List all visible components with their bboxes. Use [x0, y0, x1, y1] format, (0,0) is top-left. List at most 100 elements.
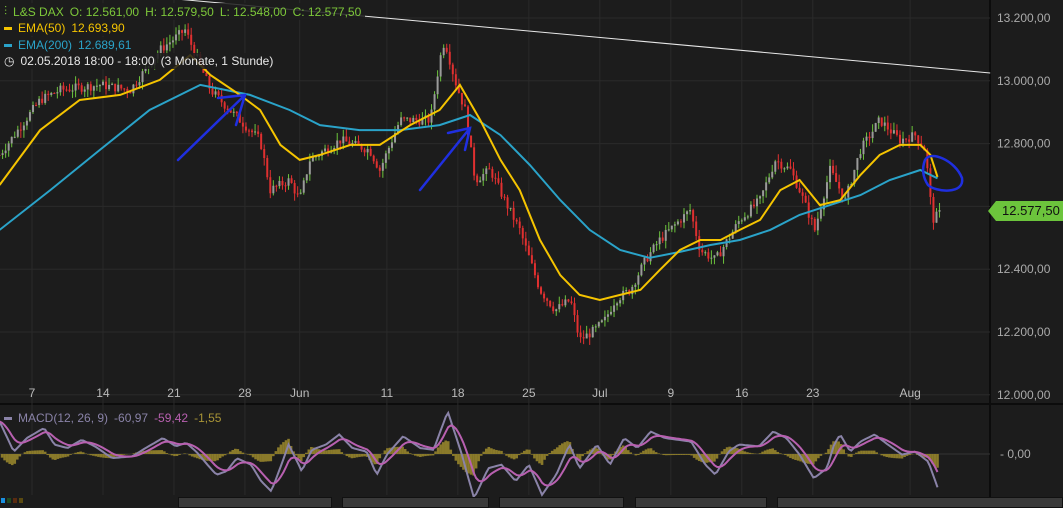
candle-body: [38, 98, 41, 106]
candles: [0, 23, 941, 345]
candle-body: [403, 117, 406, 119]
candle-body: [844, 197, 847, 199]
macd-histogram-bar: [758, 453, 762, 454]
macd-histogram-bar: [353, 454, 356, 458]
candle-body: [1, 153, 4, 155]
candle-body: [719, 252, 722, 257]
macd-histogram-bar: [872, 450, 876, 454]
macd-histogram-bar: [274, 451, 278, 454]
macd-histogram-bar: [847, 454, 851, 457]
candle-body: [375, 161, 378, 168]
candle-body: [22, 125, 25, 131]
candle-body: [339, 140, 342, 144]
candle-body: [251, 130, 254, 133]
candle-body: [463, 104, 466, 107]
macd-histogram-bar: [249, 454, 252, 456]
candle-body: [296, 193, 299, 195]
bottom-tab-1[interactable]: [178, 497, 332, 508]
candle-body: [737, 221, 740, 225]
candle-body: [442, 47, 445, 56]
ema50-legend[interactable]: EMA(50) 12.693,90: [0, 20, 129, 36]
candle-body: [50, 92, 53, 95]
candle-body: [235, 111, 238, 114]
y-tick-label: 13.200,00: [997, 11, 1051, 25]
color-square-blue[interactable]: [1, 498, 5, 503]
bottom-tab-2[interactable]: [342, 497, 489, 508]
macd-histogram-bar: [791, 454, 795, 460]
color-square-green[interactable]: [7, 498, 11, 503]
macd-histogram-bar: [746, 452, 749, 454]
macd-histogram-bar: [259, 454, 262, 462]
candle-body: [655, 244, 658, 246]
candle-body: [108, 84, 111, 90]
last-price-tag: 12.577,50: [988, 201, 1063, 221]
macd-histogram-bar: [637, 454, 640, 455]
macd-histogram-bar: [340, 452, 344, 454]
candle-body: [470, 135, 473, 148]
macd-histogram-bar: [642, 450, 645, 454]
macd-histogram-bar: [586, 451, 589, 454]
candle-body: [101, 81, 104, 86]
macd-histogram-bar: [723, 449, 726, 454]
candle-body: [588, 333, 591, 338]
candle-body: [619, 300, 622, 304]
candle-body: [120, 84, 123, 89]
macd-histogram-bar: [446, 441, 450, 454]
macd-histogram-bar: [8, 454, 11, 464]
macd-histogram-bar: [644, 449, 648, 454]
bottom-tab-3[interactable]: [499, 497, 624, 508]
macd-histogram-bar: [533, 454, 536, 459]
macd-histogram-bar: [611, 454, 615, 455]
macd-histogram-bar: [890, 454, 894, 458]
macd-histogram-bar: [662, 454, 666, 456]
bottom-tab-5[interactable]: [777, 497, 1063, 508]
candle-body: [211, 88, 214, 95]
price-chart[interactable]: 13.200,0013.000,0012.800,0012.600,0012.4…: [0, 0, 1063, 508]
color-square-brown[interactable]: [13, 498, 17, 503]
macd-histogram-bar: [378, 454, 382, 459]
macd-histogram-bar: [454, 454, 458, 461]
candle-body: [634, 284, 637, 287]
candle-body: [540, 287, 543, 294]
candle-body: [41, 98, 44, 103]
candle-body: [743, 217, 746, 221]
macd-histogram-bar: [64, 454, 67, 458]
macd-histogram-bar: [748, 452, 752, 454]
macd-histogram-bar: [500, 450, 503, 454]
macd-histogram-bar: [583, 453, 587, 454]
candle-body: [759, 196, 762, 199]
candle-body: [406, 117, 409, 119]
candle-body: [594, 326, 597, 328]
macd-histogram-bar: [664, 454, 668, 456]
macd-histogram-bar: [844, 453, 848, 454]
close-value: C: 12.577,50: [292, 4, 362, 19]
macd-histogram-bar: [713, 454, 716, 462]
candle-body: [585, 333, 588, 339]
color-square-olive[interactable]: [19, 498, 23, 503]
candle-body: [174, 34, 177, 41]
macd-histogram-bar: [751, 453, 754, 454]
candle-body: [895, 130, 898, 135]
candle-body: [366, 148, 369, 153]
macd-histogram-bar: [715, 454, 719, 459]
candle-body: [287, 178, 290, 186]
x-tick-label: Jun: [290, 386, 309, 400]
candle-body: [518, 221, 521, 229]
ema200-legend[interactable]: EMA(200) 12.689,61: [0, 37, 136, 53]
period-legend[interactable]: ◷ 02.05.2018 18:00 - 18:00 (3 Monate, 1 St…: [0, 53, 278, 69]
macd-histogram-bar: [525, 449, 529, 454]
macd-histogram-bar: [36, 450, 39, 454]
macd-histogram-bar: [652, 450, 655, 454]
candle-body: [244, 126, 247, 131]
candle-body: [786, 166, 789, 169]
candle-body: [28, 112, 31, 121]
macd-legend[interactable]: MACD(12, 26, 9) -60,97 -59,42 -1,55: [0, 410, 225, 426]
x-tick-label: Jul: [592, 386, 607, 400]
candle-body: [162, 45, 165, 51]
candle-body: [865, 136, 868, 141]
candles-icon[interactable]: ⫶: [4, 4, 7, 19]
candle-body: [232, 111, 235, 113]
bottom-tab-4[interactable]: [635, 497, 767, 508]
macd-histogram-bar: [789, 454, 792, 458]
macd-histogram-bar: [474, 454, 478, 469]
